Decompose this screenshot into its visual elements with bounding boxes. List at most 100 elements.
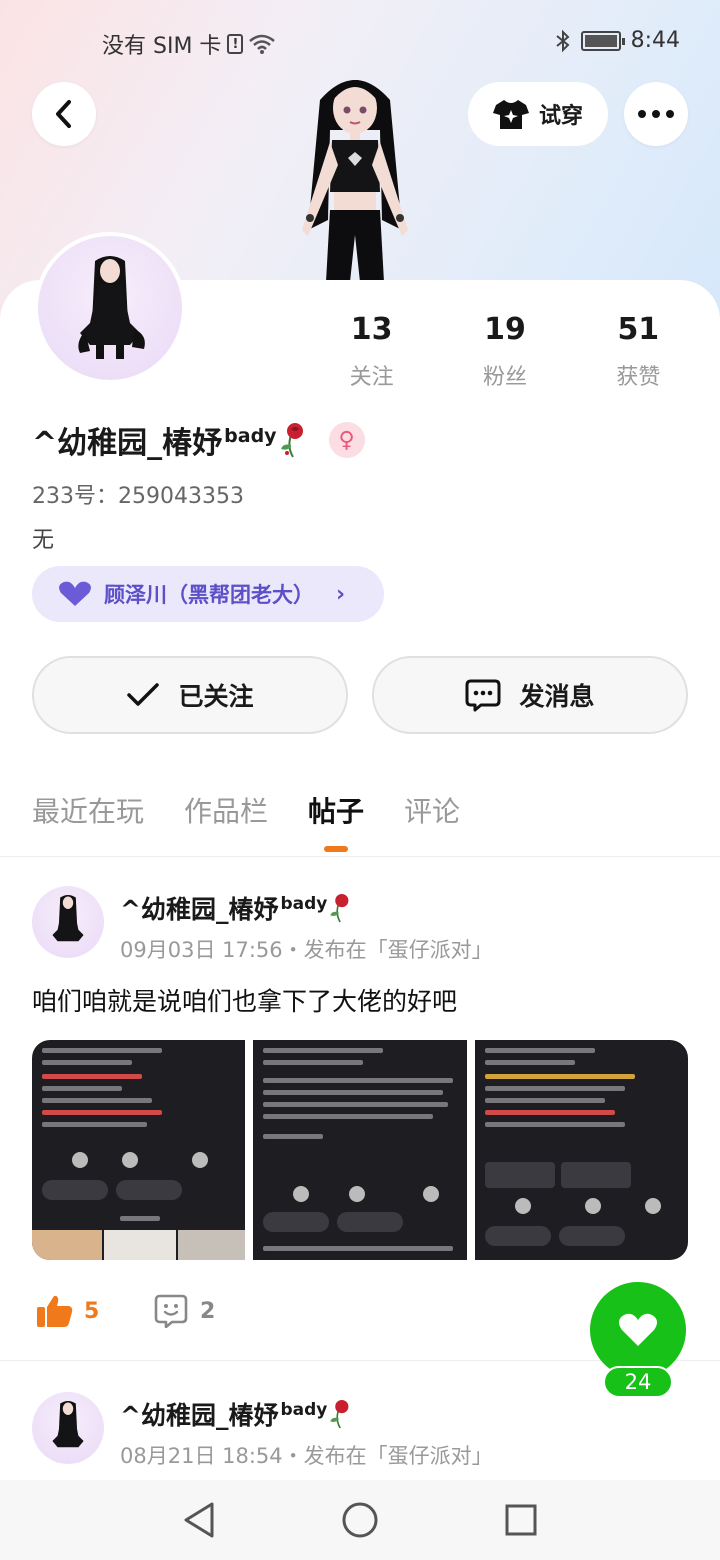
tab-comments[interactable]: 评论 xyxy=(404,790,460,830)
send-message-button[interactable]: 发消息 xyxy=(372,656,688,734)
post-author-name[interactable]: ^幼稚园_椿妤 bady xyxy=(120,1396,355,1432)
image-text-line xyxy=(263,1078,454,1083)
post-author-text: ^幼稚园_椿妤 xyxy=(120,895,279,924)
thumbs-up-icon xyxy=(37,1295,73,1327)
image-text-line xyxy=(484,1098,605,1103)
followed-button[interactable]: 已关注 xyxy=(32,656,348,734)
image-avatar-dot xyxy=(192,1152,208,1168)
stat-followers-count: 19 xyxy=(484,312,526,347)
try-on-button[interactable]: 试穿 xyxy=(468,82,608,146)
followed-label: 已关注 xyxy=(178,682,254,711)
image-avatar-dot xyxy=(514,1198,531,1214)
try-on-label: 试穿 xyxy=(538,104,583,129)
post-body-text: 咱们咱就是说咱们也拿下了大佬的好吧 xyxy=(32,987,458,1016)
character-avatar-image xyxy=(302,80,408,282)
image-card xyxy=(560,1162,631,1188)
image-photo-strip xyxy=(178,1230,246,1260)
heart-icon xyxy=(59,581,91,606)
tab-works[interactable]: 作品栏 xyxy=(184,790,268,830)
image-button xyxy=(558,1226,625,1246)
image-text-line xyxy=(484,1086,625,1091)
image-text-line xyxy=(263,1090,444,1095)
chevron-right-icon: › xyxy=(336,581,346,607)
stat-likes-count: 51 xyxy=(617,312,660,347)
more-options-button[interactable] xyxy=(624,82,688,146)
post-avatar-figure xyxy=(52,894,84,942)
image-avatar-dot xyxy=(584,1198,601,1214)
image-text-line xyxy=(120,1216,160,1221)
image-text-line xyxy=(42,1086,122,1091)
stat-following-label: 关注 xyxy=(349,365,394,390)
stat-following-count: 13 xyxy=(350,312,393,347)
comment-smile-icon xyxy=(154,1294,188,1328)
tshirt-icon xyxy=(492,100,529,129)
image-avatar-dot xyxy=(423,1186,440,1202)
send-message-label: 发消息 xyxy=(519,682,595,711)
stat-followers[interactable]: 19 粉丝 xyxy=(438,312,571,391)
profile-name-text: ^幼稚园_椿妤 xyxy=(32,426,223,461)
tabs-divider xyxy=(0,856,720,857)
rose-icon xyxy=(280,423,303,458)
image-avatar-dot xyxy=(122,1152,138,1168)
post-author-name[interactable]: ^幼稚园_椿妤 bady xyxy=(120,890,355,926)
back-button[interactable] xyxy=(32,82,96,146)
image-text-line xyxy=(484,1122,625,1127)
relationship-chip[interactable]: 顾泽川（黑帮团老大） › xyxy=(32,566,384,622)
nav-back-icon[interactable] xyxy=(182,1501,216,1539)
comment-button[interactable]: 2 xyxy=(154,1294,215,1328)
post-image-2[interactable] xyxy=(253,1040,467,1260)
clock-text: 8:44 xyxy=(630,28,680,53)
post-meta: 08月21日 18:54・发布在「蛋仔派对」 xyxy=(120,1444,493,1468)
image-text-line xyxy=(42,1122,147,1127)
wifi-icon xyxy=(249,34,276,54)
chevron-left-icon xyxy=(56,100,71,128)
image-text-line xyxy=(42,1098,152,1103)
image-photo-strip xyxy=(104,1230,176,1260)
heart-icon xyxy=(618,1313,658,1346)
image-button xyxy=(484,1226,551,1246)
stat-likes-label: 获赞 xyxy=(616,365,661,390)
profile-avatar-figure xyxy=(78,256,145,359)
image-button xyxy=(116,1180,182,1200)
account-id-text: 233号：259043353 xyxy=(32,484,244,509)
post-image-1[interactable] xyxy=(32,1040,246,1260)
image-text-line xyxy=(484,1048,595,1053)
nav-recents-icon[interactable] xyxy=(504,1503,538,1537)
post-author-avatar[interactable] xyxy=(32,1392,104,1464)
rose-icon xyxy=(330,894,349,923)
profile-username: ^幼稚园_椿妤 bady ♀ xyxy=(32,418,365,462)
post-author-suffix: bady xyxy=(280,1400,328,1420)
chat-bubble-icon xyxy=(465,679,501,712)
relationship-label: 顾泽川（黑帮团老大） xyxy=(104,583,314,607)
profile-avatar[interactable] xyxy=(34,232,186,384)
image-button xyxy=(337,1212,404,1232)
post-avatar-figure xyxy=(52,1400,84,1448)
female-gender-icon: ♀ xyxy=(328,422,365,458)
stat-followers-label: 粉丝 xyxy=(482,365,527,390)
image-text-line xyxy=(484,1110,615,1115)
image-text-line xyxy=(42,1074,142,1079)
profile-stats: 13 关注 19 粉丝 51 获赞 xyxy=(305,312,705,391)
tab-posts[interactable]: 帖子 xyxy=(308,790,364,852)
floating-heart-button[interactable] xyxy=(590,1282,686,1378)
image-photo-strip xyxy=(32,1230,102,1260)
post-author-avatar[interactable] xyxy=(32,886,104,958)
like-button[interactable]: 5 xyxy=(36,1294,99,1328)
post-author-suffix: bady xyxy=(280,894,328,914)
carrier-text: 没有 SIM 卡 xyxy=(102,34,222,59)
image-button xyxy=(42,1180,108,1200)
bio-text: 无 xyxy=(32,528,55,553)
stat-likes[interactable]: 51 获赞 xyxy=(572,312,705,391)
nav-home-icon[interactable] xyxy=(341,1501,379,1539)
like-count: 5 xyxy=(84,1298,100,1324)
tab-recently-played[interactable]: 最近在玩 xyxy=(32,790,144,830)
stat-following[interactable]: 13 关注 xyxy=(305,312,438,391)
image-text-line xyxy=(484,1060,575,1065)
profile-name-suffix: bady xyxy=(224,425,277,447)
image-text-line xyxy=(263,1048,384,1053)
floating-heart-count: 24 xyxy=(603,1366,673,1398)
battery-icon xyxy=(580,30,625,51)
image-button xyxy=(263,1212,330,1232)
image-card xyxy=(484,1162,555,1188)
post-image-3[interactable] xyxy=(474,1040,688,1260)
